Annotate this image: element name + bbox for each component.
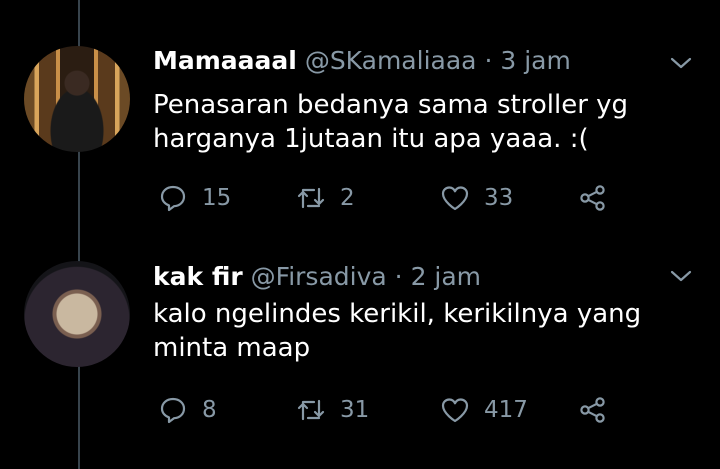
retweet-count: 31 <box>340 397 370 423</box>
tweet-text-line: kalo ngelindes kerikil, kerikilnya yang <box>153 299 642 329</box>
share-icon <box>580 185 605 211</box>
like-count: 33 <box>484 185 514 211</box>
tweet-actions: 8 31 417 <box>153 390 633 430</box>
avatar[interactable] <box>24 261 130 367</box>
retweet-button[interactable]: 2 <box>296 178 355 218</box>
tweet-text-line: Penasaran bedanya sama stroller yg <box>153 90 629 120</box>
reply-count: 8 <box>202 397 217 423</box>
retweet-icon <box>297 399 325 421</box>
reply-count: 15 <box>202 185 232 211</box>
display-name[interactable]: kak fir <box>153 262 243 291</box>
retweet-icon <box>297 187 325 209</box>
handle[interactable]: @SKamaliaaa <box>305 46 477 75</box>
tweet-text-line: harganya 1jutaan itu apa yaaa. :( <box>153 124 589 154</box>
like-count: 417 <box>484 397 528 423</box>
reply-button[interactable]: 8 <box>158 390 217 430</box>
like-button[interactable]: 33 <box>440 178 513 218</box>
tweet-header: Mamaaaal @SKamaliaaa · 3 jam <box>153 46 571 76</box>
share-icon <box>580 397 605 423</box>
retweet-button[interactable]: 31 <box>296 390 369 430</box>
reply-button[interactable]: 15 <box>158 178 231 218</box>
tweet[interactable]: Mamaaaal @SKamaliaaa · 3 jam Penasaran b… <box>0 0 720 245</box>
chevron-down-icon[interactable] <box>668 50 694 76</box>
tweet[interactable]: kak fir @Firsadiva · 2 jam kalo ngelinde… <box>0 245 720 469</box>
display-name[interactable]: Mamaaaal <box>153 46 297 75</box>
reply-icon <box>160 185 186 212</box>
tweet-actions: 15 2 33 <box>153 178 633 218</box>
chevron-down-icon[interactable] <box>668 263 694 289</box>
separator-dot: · <box>394 262 403 291</box>
tweet-text-line: minta maap <box>153 333 311 363</box>
share-button[interactable] <box>578 178 608 218</box>
timestamp[interactable]: 3 jam <box>500 46 570 75</box>
tweet-text: kalo ngelindes kerikil, kerikilnya yang … <box>153 297 673 365</box>
avatar[interactable] <box>24 46 130 152</box>
reply-icon <box>160 397 186 424</box>
heart-icon <box>441 186 469 211</box>
handle[interactable]: @Firsadiva <box>251 262 387 291</box>
separator-dot: · <box>484 46 493 75</box>
retweet-count: 2 <box>340 185 355 211</box>
share-button[interactable] <box>578 390 608 430</box>
tweet-header: kak fir @Firsadiva · 2 jam <box>153 262 481 292</box>
tweet-text: Penasaran bedanya sama stroller yg harga… <box>153 88 673 156</box>
like-button[interactable]: 417 <box>440 390 528 430</box>
timestamp[interactable]: 2 jam <box>411 262 481 291</box>
heart-icon <box>441 398 469 423</box>
